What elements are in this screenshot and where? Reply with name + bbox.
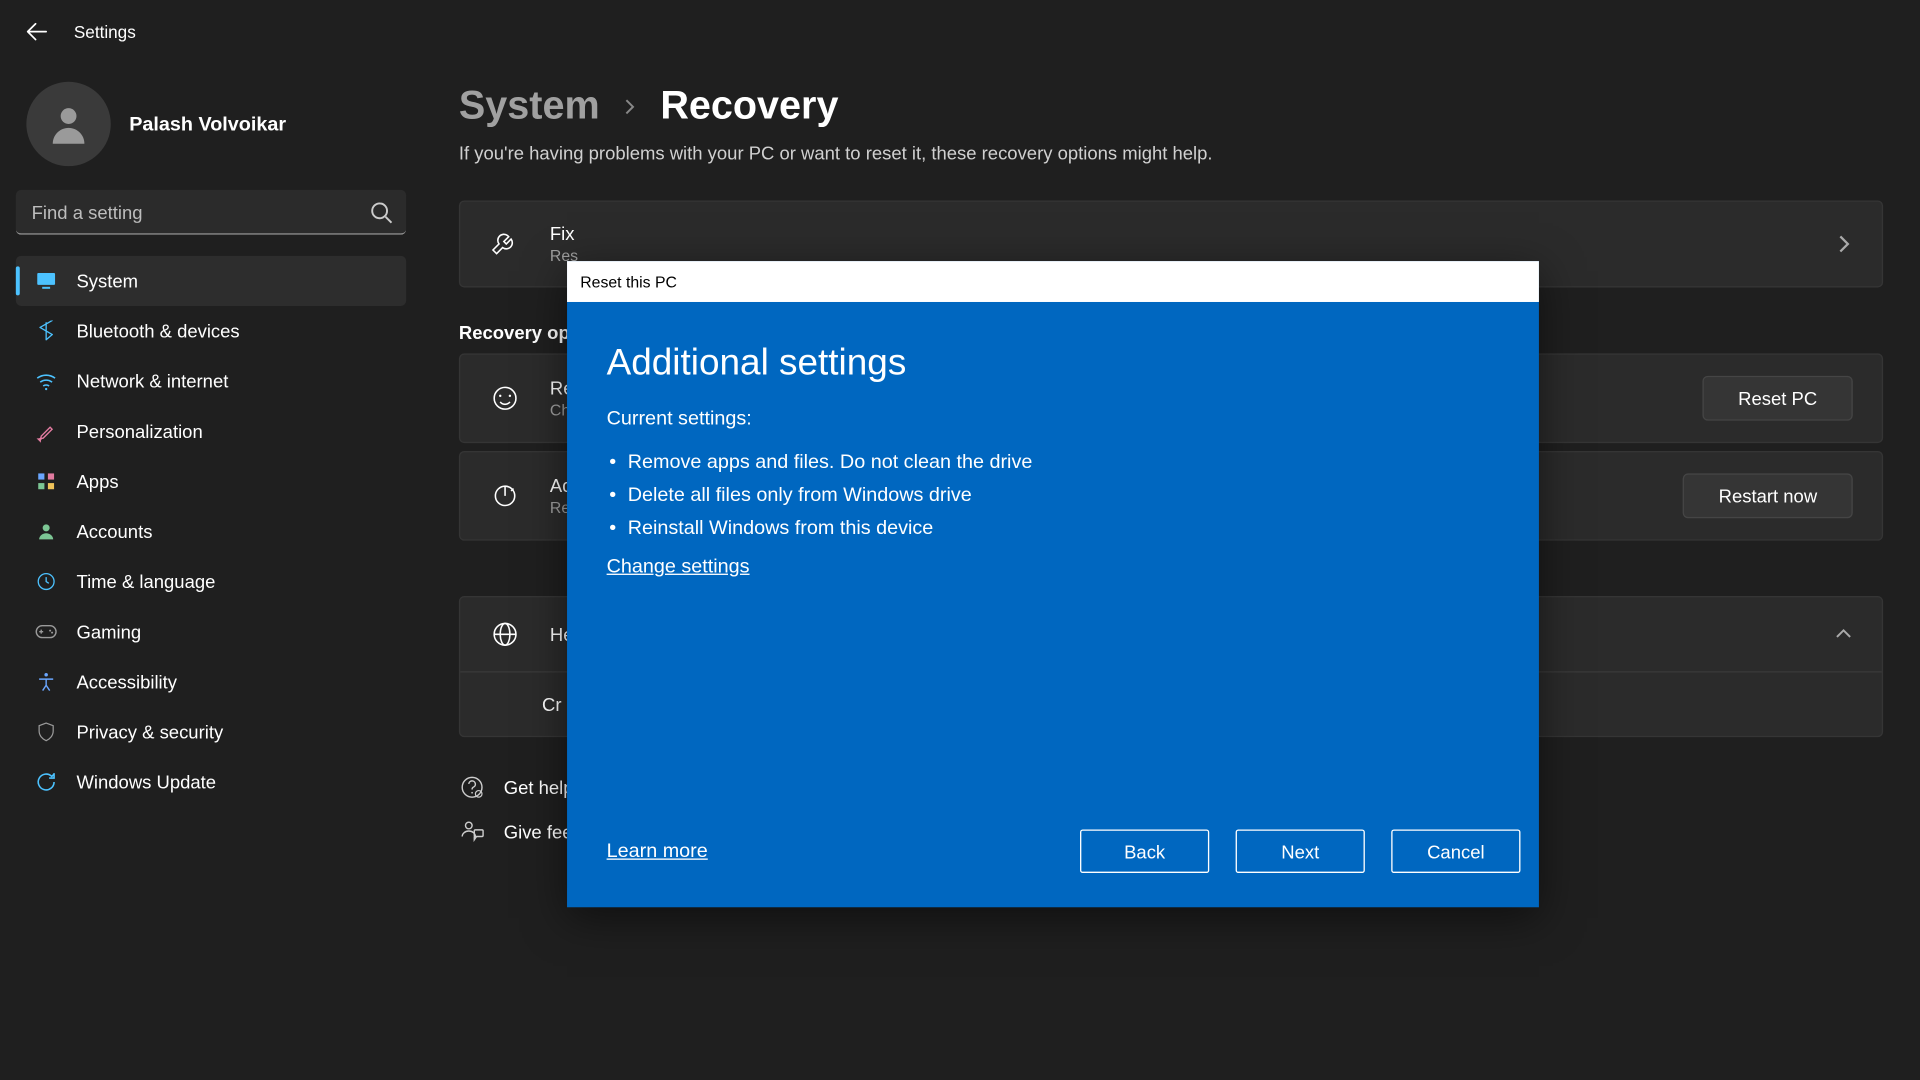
dialog-bullet: Reinstall Windows from this device	[607, 512, 1500, 545]
learn-more-link[interactable]: Learn more	[607, 840, 708, 862]
chevron-right-icon	[623, 98, 636, 116]
user-name: Palash Volvoikar	[129, 113, 286, 135]
sidebar-item-label: Accounts	[76, 521, 152, 542]
breadcrumb-current: Recovery	[660, 84, 838, 129]
reset-pc-dialog: Reset this PC Additional settings Curren…	[567, 261, 1539, 907]
sidebar-item-accessibility[interactable]: Accessibility	[16, 657, 406, 707]
feedback-icon	[459, 819, 485, 845]
sidebar-item-windows-update[interactable]: Windows Update	[16, 757, 406, 807]
dialog-bullet: Remove apps and files. Do not clean the …	[607, 446, 1500, 479]
back-button[interactable]: Back	[1080, 829, 1209, 873]
chevron-right-icon	[1837, 233, 1853, 254]
dialog-heading: Additional settings	[607, 342, 1500, 384]
sidebar-item-label: Network & internet	[76, 371, 228, 392]
back-button[interactable]	[16, 11, 58, 53]
sidebar-item-time-language[interactable]: Time & language	[16, 556, 406, 606]
search-input[interactable]	[16, 190, 406, 235]
access-icon	[34, 670, 58, 694]
sidebar-item-privacy-security[interactable]: Privacy & security	[16, 707, 406, 757]
sidebar-item-label: Accessibility	[76, 671, 177, 692]
dialog-current-label: Current settings:	[607, 407, 1500, 429]
sidebar-item-label: Apps	[76, 471, 118, 492]
wifi-icon	[34, 369, 58, 393]
avatar	[26, 82, 110, 166]
chevron-up-icon	[1834, 628, 1852, 641]
next-button[interactable]: Next	[1236, 829, 1365, 873]
reset-icon	[489, 382, 521, 414]
clock-icon	[34, 570, 58, 594]
restart-now-button[interactable]: Restart now	[1683, 473, 1853, 518]
sidebar-item-network-internet[interactable]: Network & internet	[16, 356, 406, 406]
breadcrumb-parent[interactable]: System	[459, 84, 600, 129]
wrench-icon	[489, 228, 521, 260]
change-settings-link[interactable]: Change settings	[607, 555, 750, 577]
sidebar-item-label: Time & language	[76, 571, 215, 592]
person-icon	[45, 100, 92, 147]
dialog-settings-list: Remove apps and files. Do not clean the …	[607, 446, 1500, 545]
card-title: Fix	[550, 223, 1808, 244]
arrow-left-icon	[26, 21, 47, 42]
link-label: Get help	[504, 777, 574, 798]
globe-icon	[489, 618, 521, 650]
sidebar-item-label: Personalization	[76, 421, 202, 442]
sidebar-item-system[interactable]: System	[16, 256, 406, 306]
sidebar: Palash Volvoikar System Bluetooth & devic…	[0, 63, 422, 1076]
sidebar-item-personalization[interactable]: Personalization	[16, 406, 406, 456]
app-title: Settings	[74, 22, 136, 42]
search-icon	[369, 200, 393, 224]
sidebar-item-gaming[interactable]: Gaming	[16, 607, 406, 657]
reset-pc-button[interactable]: Reset PC	[1703, 376, 1853, 421]
sidebar-item-label: Gaming	[76, 621, 141, 642]
cancel-button[interactable]: Cancel	[1391, 829, 1520, 873]
brush-icon	[34, 419, 58, 443]
sidebar-item-label: Privacy & security	[76, 721, 223, 742]
update-icon	[34, 770, 58, 794]
sidebar-item-apps[interactable]: Apps	[16, 456, 406, 506]
sidebar-item-label: System	[76, 270, 138, 291]
page-intro: If you're having problems with your PC o…	[459, 142, 1883, 163]
help-icon	[459, 774, 485, 800]
monitor-icon	[34, 269, 58, 293]
user-block[interactable]: Palash Volvoikar	[16, 74, 406, 190]
dialog-bullet: Delete all files only from Windows drive	[607, 479, 1500, 512]
shield-icon	[34, 720, 58, 744]
dialog-titlebar[interactable]: Reset this PC	[567, 261, 1539, 302]
power-icon	[489, 480, 521, 512]
breadcrumb: System Recovery	[459, 84, 1883, 129]
sidebar-item-accounts[interactable]: Accounts	[16, 506, 406, 556]
bluetooth-icon	[34, 319, 58, 343]
gamepad-icon	[34, 620, 58, 644]
grid-icon	[34, 469, 58, 493]
sidebar-item-bluetooth-devices[interactable]: Bluetooth & devices	[16, 306, 406, 356]
sidebar-item-label: Bluetooth & devices	[76, 320, 239, 341]
person-icon	[34, 520, 58, 544]
sidebar-item-label: Windows Update	[76, 771, 216, 792]
